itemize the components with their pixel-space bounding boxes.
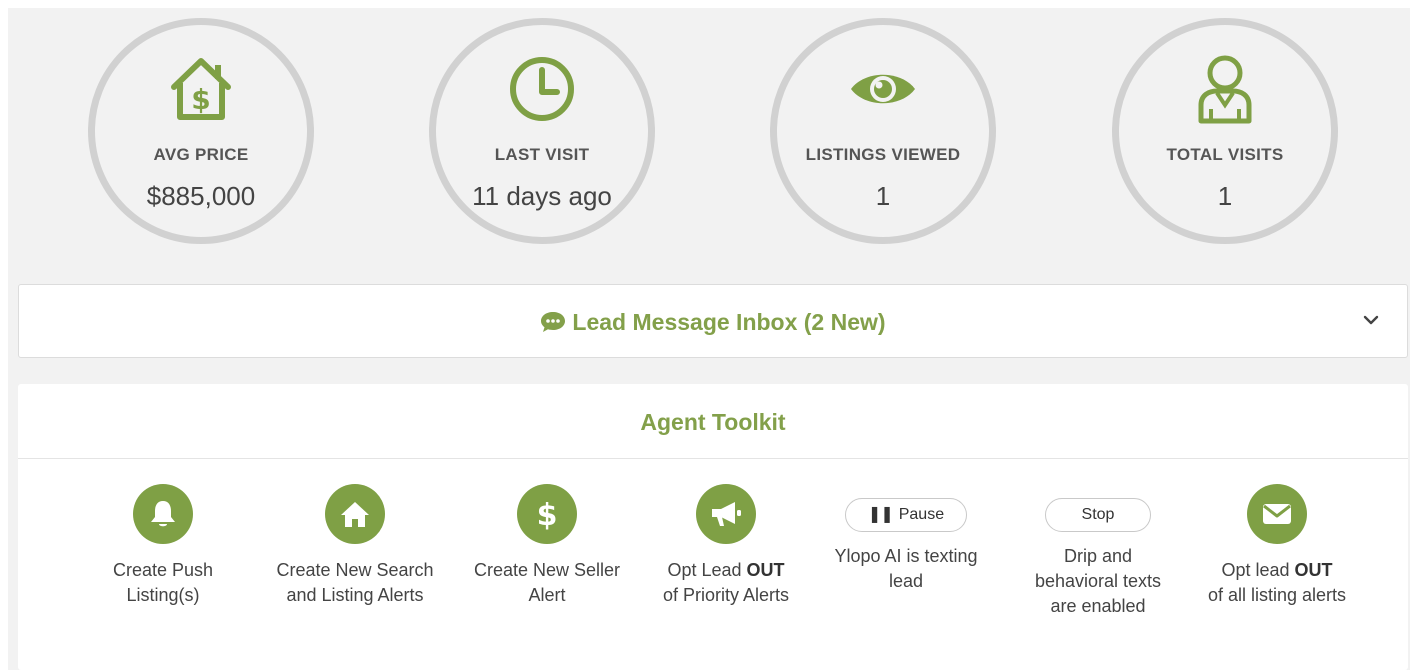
tool-create-push-listing: Create Push Listing(s) bbox=[68, 484, 258, 608]
tool-create-search-alert: Create New Search and Listing Alerts bbox=[260, 484, 450, 608]
tool-description: Create New Seller Alert bbox=[473, 560, 621, 605]
create-search-alert-button[interactable] bbox=[325, 484, 385, 544]
clock-icon bbox=[436, 53, 648, 125]
opt-out-listing-alerts-button[interactable] bbox=[1247, 484, 1307, 544]
stat-label: LISTINGS VIEWED bbox=[805, 145, 961, 164]
eye-icon bbox=[777, 53, 989, 125]
stat-avg-price: $ AVG PRICE $885,000 bbox=[88, 18, 314, 244]
tool-description: Ylopo AI is texting lead bbox=[834, 546, 978, 591]
chevron-down-icon[interactable] bbox=[1363, 313, 1379, 331]
stat-listings-viewed: LISTINGS VIEWED 1 bbox=[770, 18, 996, 244]
pause-button[interactable]: ❚❚ Pause bbox=[844, 498, 968, 532]
stat-label: LAST VISIT bbox=[494, 145, 590, 164]
pause-icon: ❚❚ bbox=[867, 506, 894, 523]
lead-detail-panel: $ AVG PRICE $885,000 LAST VISIT 11 days … bbox=[8, 8, 1410, 670]
stat-last-visit: LAST VISIT 11 days ago bbox=[429, 18, 655, 244]
tool-create-seller-alert: $ Create New Seller Alert bbox=[452, 484, 642, 608]
toolkit-title: Agent Toolkit bbox=[640, 409, 786, 435]
stop-button[interactable]: Stop bbox=[1044, 498, 1152, 532]
svg-text:$: $ bbox=[537, 498, 558, 531]
tool-description: Drip and behavioral texts are enabled bbox=[1034, 546, 1162, 616]
tool-opt-out-listing-alerts: Opt lead OUT of all listing alerts bbox=[1182, 484, 1372, 608]
svg-text:$: $ bbox=[191, 83, 210, 116]
stat-value: $885,000 bbox=[146, 181, 256, 211]
megaphone-icon bbox=[712, 502, 741, 526]
create-push-listing-button[interactable] bbox=[133, 484, 193, 544]
stat-label: TOTAL VISITS bbox=[1166, 145, 1284, 164]
stat-label: AVG PRICE bbox=[153, 145, 249, 164]
tool-drip-texts: Stop Drip and behavioral texts are enabl… bbox=[1003, 484, 1193, 619]
toolkit-header: Agent Toolkit bbox=[18, 384, 1408, 459]
dollar-icon: $ bbox=[537, 498, 558, 531]
inbox-title-text: Lead Message Inbox (2 New) bbox=[572, 309, 886, 335]
opt-out-priority-button[interactable] bbox=[696, 484, 756, 544]
bell-icon bbox=[151, 501, 175, 527]
home-icon bbox=[341, 502, 369, 527]
stat-value: 1 bbox=[1217, 181, 1233, 211]
envelope-icon bbox=[1263, 504, 1291, 524]
tool-opt-out-priority: Opt Lead OUT of Priority Alerts bbox=[631, 484, 821, 608]
stat-value: 1 bbox=[875, 181, 891, 211]
stat-total-visits: TOTAL VISITS 1 bbox=[1112, 18, 1338, 244]
house-dollar-icon: $ bbox=[95, 53, 307, 125]
tool-description: Opt Lead OUT of Priority Alerts bbox=[662, 560, 790, 605]
inbox-title: Lead Message Inbox (2 New) bbox=[19, 309, 1407, 336]
chat-bubble-icon bbox=[541, 312, 566, 332]
tool-ai-texting: ❚❚ Pause Ylopo AI is texting lead bbox=[811, 484, 1001, 594]
stat-value: 11 days ago bbox=[472, 181, 612, 211]
tool-description: Create New Search and Listing Alerts bbox=[276, 560, 434, 605]
lead-stats: $ AVG PRICE $885,000 LAST VISIT 11 days … bbox=[8, 8, 1410, 258]
agent-toolkit: Agent Toolkit Create Push Listing(s) Cre… bbox=[18, 384, 1408, 670]
user-icon bbox=[1119, 53, 1331, 125]
tool-description: Opt lead OUT of all listing alerts bbox=[1207, 560, 1347, 605]
lead-message-inbox[interactable]: Lead Message Inbox (2 New) bbox=[18, 284, 1408, 358]
tool-description: Create Push Listing(s) bbox=[112, 560, 214, 605]
create-seller-alert-button[interactable]: $ bbox=[517, 484, 577, 544]
